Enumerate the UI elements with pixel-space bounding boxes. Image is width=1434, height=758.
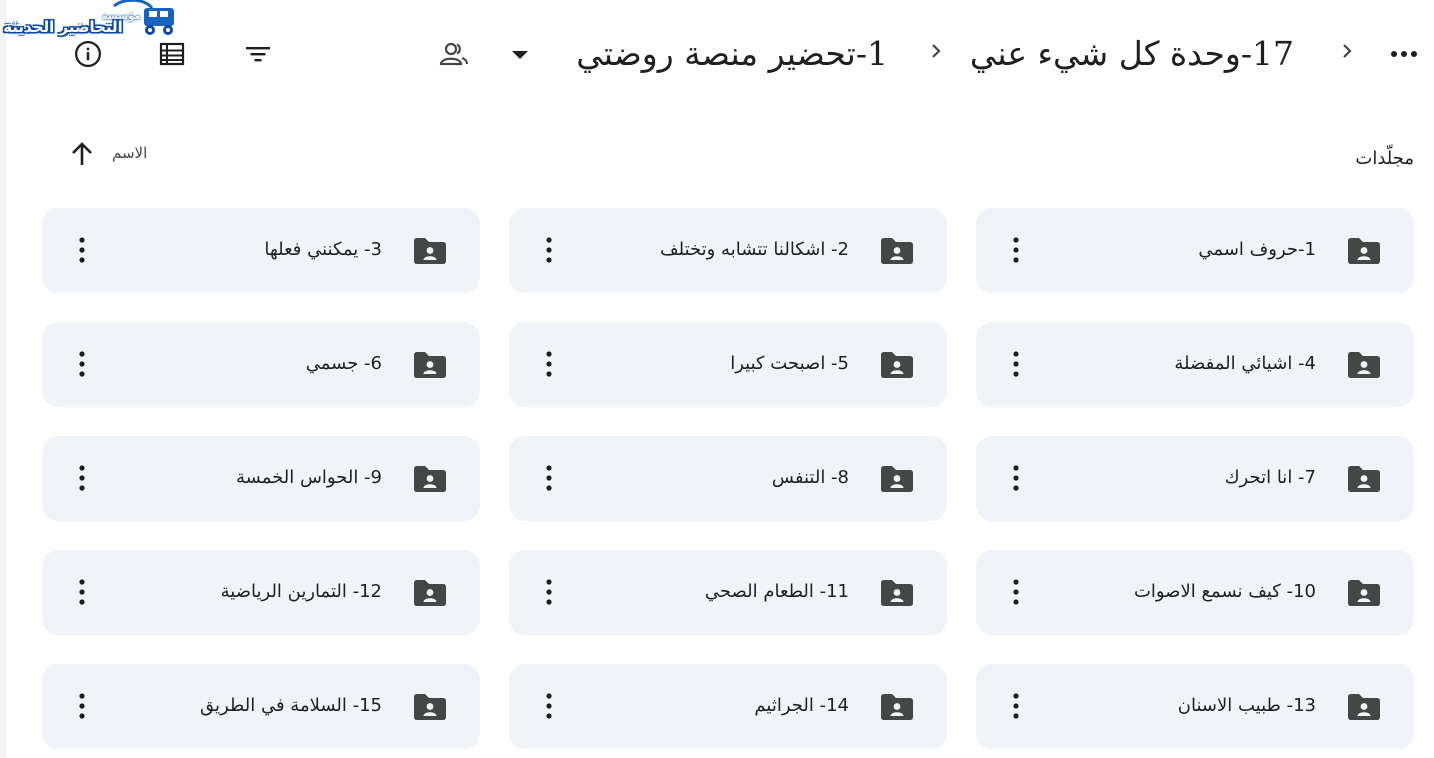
folder-more-button[interactable]	[531, 574, 567, 610]
breadcrumb-parent[interactable]: 17-وحدة كل شيء عني	[970, 31, 1294, 77]
shared-folder-icon	[414, 238, 446, 264]
breadcrumb-current[interactable]: 1-تحضير منصة روضتي	[576, 31, 888, 77]
list-view-button[interactable]	[154, 36, 190, 72]
folder-more-button[interactable]	[64, 460, 100, 496]
folder-name: 3- يمكنني فعلها	[264, 239, 382, 260]
info-button[interactable]	[70, 36, 106, 72]
more-vert-icon	[1013, 237, 1019, 263]
more-vert-icon	[546, 351, 552, 377]
shared-folder-icon	[1348, 694, 1380, 720]
shared-folder-icon	[881, 352, 913, 378]
folder-more-button[interactable]	[64, 574, 100, 610]
folder-name: 1-حروف اسمي	[1198, 239, 1316, 260]
folder-card[interactable]: 11- الطعام الصحي	[509, 550, 947, 635]
folder-name: 14- الجراثيم	[754, 695, 849, 716]
folder-card[interactable]: 5- اصبحت كبيرا	[509, 322, 947, 407]
folder-card[interactable]: 7- انا اتحرك	[976, 436, 1414, 521]
folder-more-button[interactable]	[998, 232, 1034, 268]
logo-main-text: التحاضير الحديثة	[3, 18, 123, 36]
folder-card[interactable]: 8- التنفس	[509, 436, 947, 521]
shared-folder-icon	[881, 466, 913, 492]
folder-card[interactable]: 13- طبيب الاسنان	[976, 664, 1414, 749]
shared-drive-icon	[439, 42, 469, 66]
more-vert-icon	[1013, 693, 1019, 719]
folder-card[interactable]: 3- يمكنني فعلها	[42, 208, 480, 293]
folder-more-button[interactable]	[998, 688, 1034, 724]
more-vert-icon	[546, 465, 552, 491]
folder-name: 12- التمارين الرياضية	[220, 581, 382, 602]
folder-more-button[interactable]	[531, 346, 567, 382]
folder-name: 8- التنفس	[771, 467, 849, 488]
folder-more-button[interactable]	[64, 688, 100, 724]
breadcrumb-chevron-icon	[932, 44, 941, 58]
sort-by-name-label[interactable]: الاسم	[112, 144, 147, 162]
shared-folder-icon	[1348, 466, 1380, 492]
shared-folder-icon	[1348, 580, 1380, 606]
shared-folder-icon	[1348, 238, 1380, 264]
more-horiz-icon	[1391, 51, 1417, 57]
folder-more-button[interactable]	[531, 232, 567, 268]
folder-name: 7- انا اتحرك	[1224, 467, 1316, 488]
info-icon	[75, 41, 101, 67]
folder-name: 13- طبيب الاسنان	[1177, 695, 1316, 716]
dropdown-arrow-icon[interactable]	[510, 48, 530, 62]
folder-card[interactable]: 14- الجراثيم	[509, 664, 947, 749]
shared-folder-icon	[414, 352, 446, 378]
folder-card[interactable]: 4- اشيائي المفضلة	[976, 322, 1414, 407]
folder-name: 15- السلامة في الطريق	[200, 695, 382, 716]
shared-folder-icon	[881, 694, 913, 720]
folder-card[interactable]: 15- السلامة في الطريق	[42, 664, 480, 749]
more-options-button[interactable]	[1386, 36, 1422, 72]
folder-more-button[interactable]	[531, 460, 567, 496]
folder-more-button[interactable]	[998, 346, 1034, 382]
more-vert-icon	[1013, 351, 1019, 377]
folder-card[interactable]: 2- اشكالنا تتشابه وتختلف	[509, 208, 947, 293]
folder-card[interactable]: 1-حروف اسمي	[976, 208, 1414, 293]
filter-button[interactable]	[240, 36, 276, 72]
breadcrumb-chevron-icon	[1343, 44, 1352, 58]
more-vert-icon	[546, 237, 552, 263]
filter-icon	[246, 47, 270, 62]
more-vert-icon	[1013, 579, 1019, 605]
shared-drive-button[interactable]	[436, 36, 472, 72]
more-vert-icon	[79, 465, 85, 491]
folder-name: 4- اشيائي المفضلة	[1174, 353, 1316, 374]
sort-arrow-up-icon[interactable]	[68, 140, 96, 168]
shared-folder-icon	[881, 238, 913, 264]
folder-card[interactable]: 10- كيف نسمع الاصوات	[976, 550, 1414, 635]
shared-folder-icon	[881, 580, 913, 606]
folder-card[interactable]: 9- الحواس الخمسة	[42, 436, 480, 521]
more-vert-icon	[546, 693, 552, 719]
folder-name: 10- كيف نسمع الاصوات	[1133, 581, 1316, 602]
left-edge	[0, 0, 6, 758]
folder-name: 2- اشكالنا تتشابه وتختلف	[659, 239, 849, 260]
folder-more-button[interactable]	[64, 346, 100, 382]
folder-more-button[interactable]	[531, 688, 567, 724]
more-vert-icon	[79, 351, 85, 377]
shared-folder-icon	[414, 694, 446, 720]
folder-name: 6- جسمي	[305, 353, 382, 374]
more-vert-icon	[79, 693, 85, 719]
shared-folder-icon	[1348, 352, 1380, 378]
folder-name: 5- اصبحت كبيرا	[730, 353, 849, 374]
folder-name: 9- الحواس الخمسة	[236, 467, 382, 488]
folder-card[interactable]: 12- التمارين الرياضية	[42, 550, 480, 635]
more-vert-icon	[79, 579, 85, 605]
folder-card[interactable]: 6- جسمي	[42, 322, 480, 407]
more-vert-icon	[546, 579, 552, 605]
folder-name: 11- الطعام الصحي	[704, 581, 849, 602]
folders-section-title: مجلّدات	[1355, 148, 1414, 169]
folder-more-button[interactable]	[998, 460, 1034, 496]
shared-folder-icon	[414, 580, 446, 606]
more-vert-icon	[1013, 465, 1019, 491]
list-view-icon	[159, 42, 185, 66]
more-vert-icon	[79, 237, 85, 263]
folder-more-button[interactable]	[998, 574, 1034, 610]
folder-more-button[interactable]	[64, 232, 100, 268]
shared-folder-icon	[414, 466, 446, 492]
